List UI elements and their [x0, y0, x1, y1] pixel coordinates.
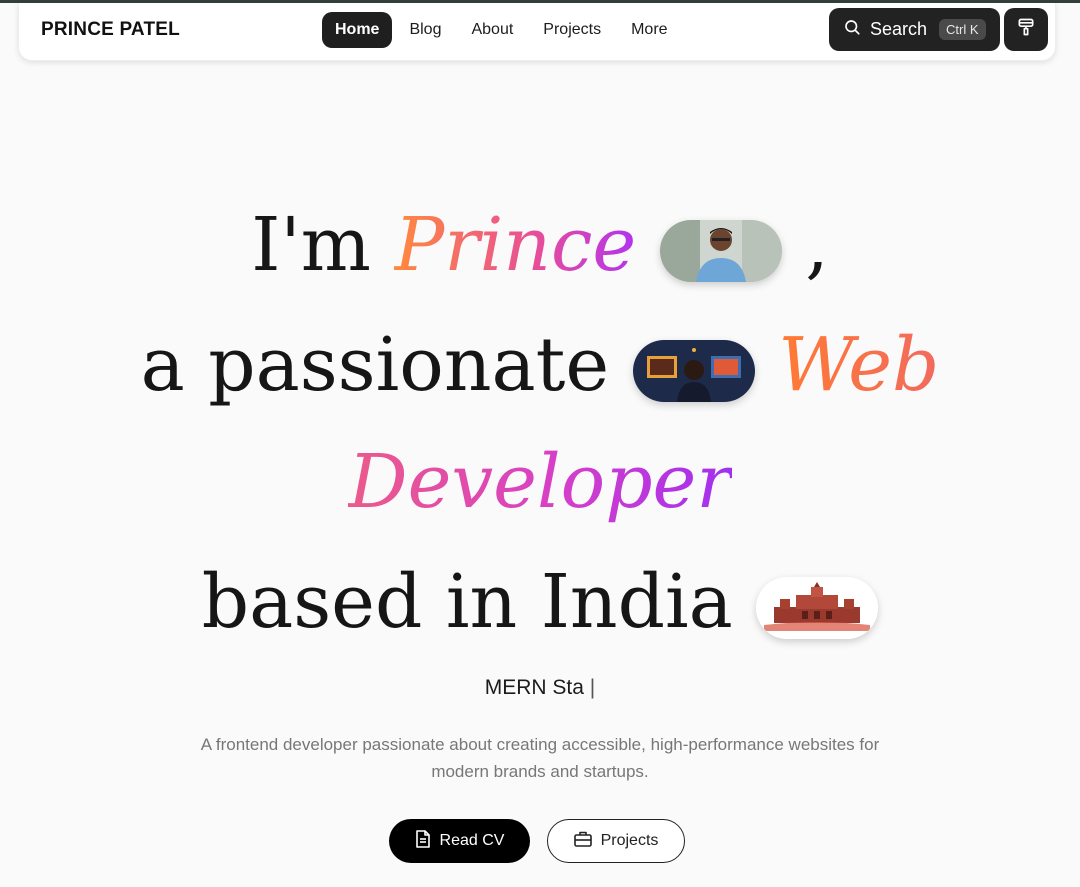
cta-buttons: Read CV Projects — [0, 819, 1080, 865]
hero-line-4: based in India — [0, 565, 1080, 639]
search-label: Search — [870, 19, 928, 39]
hero-developer: Developer — [348, 439, 732, 525]
hero-passionate: a passionate — [140, 322, 610, 408]
document-icon — [415, 829, 431, 853]
red-fort-pill — [756, 576, 879, 639]
navbar: PRINCE PATEL Home Blog About Projects Mo… — [18, 3, 1056, 61]
nav-link-about[interactable]: About — [458, 12, 526, 48]
coding-setup-pill — [632, 339, 755, 402]
hero-comma: , — [805, 202, 829, 288]
typing-caret: | — [589, 676, 596, 699]
read-cv-label: Read CV — [439, 832, 505, 849]
brand-logo[interactable]: PRINCE PATEL — [41, 19, 180, 41]
theme-button[interactable] — [1004, 8, 1048, 51]
hero-web: Web — [778, 322, 940, 408]
briefcase-icon — [573, 831, 592, 852]
projects-label: Projects — [600, 832, 659, 849]
hero-name: Prince — [394, 202, 637, 288]
hero-location: based in India — [201, 559, 733, 645]
hero-line-3: Developer — [0, 445, 1080, 519]
hero-line-2: a passionate Web — [0, 328, 1080, 402]
profile-photo-pill — [659, 219, 782, 282]
hero-line-1: I'm Prince , — [0, 208, 1080, 282]
typed-role-text: MERN Sta — [484, 676, 584, 699]
nav-link-projects[interactable]: Projects — [530, 12, 614, 48]
nav-link-blog[interactable]: Blog — [396, 12, 454, 48]
hero-description: A frontend developer passionate about cr… — [200, 735, 880, 781]
nav-link-more[interactable]: More — [618, 12, 680, 48]
search-shortcut: Ctrl K — [939, 19, 986, 40]
read-cv-button[interactable]: Read CV — [389, 819, 530, 863]
hero-intro: I'm — [251, 202, 395, 288]
search-button[interactable]: Search Ctrl K — [829, 8, 1000, 51]
search-icon — [843, 18, 861, 41]
nav-link-home[interactable]: Home — [322, 12, 393, 48]
paint-roller-icon — [1016, 17, 1036, 42]
typed-role: MERN Sta | — [0, 676, 1080, 700]
nav-links: Home Blog About Projects More — [322, 11, 681, 49]
projects-button[interactable]: Projects — [547, 819, 685, 863]
